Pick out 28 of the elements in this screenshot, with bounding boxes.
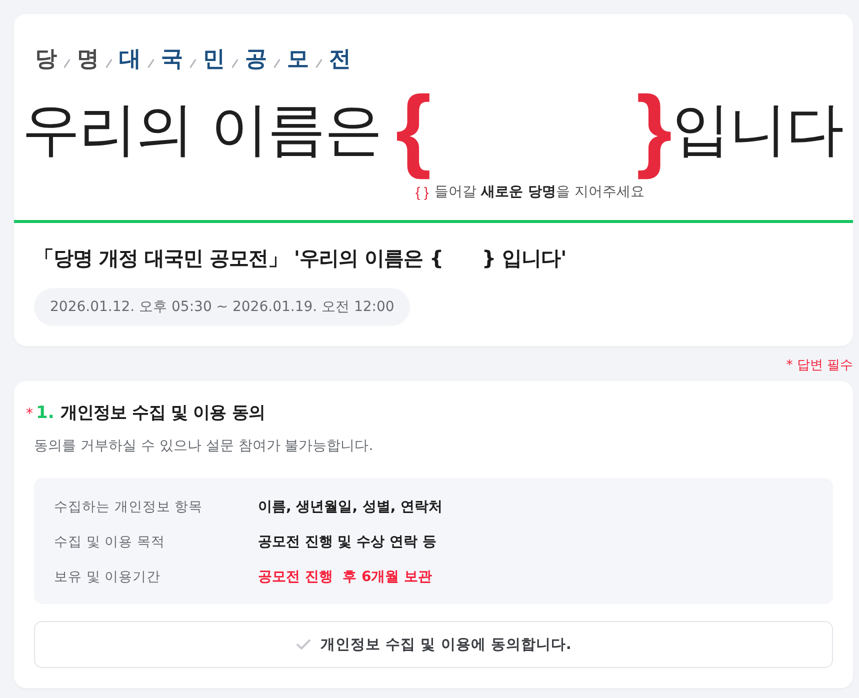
question-title: 개인정보 수집 및 이용 동의: [60, 402, 265, 425]
hint-text: 들어갈 새로운 당명을 지어주세요: [434, 183, 644, 201]
tagline-letter: 공: [245, 46, 267, 74]
detail-value: 이름, 생년월일, 성별, 연락처: [258, 498, 443, 516]
tagline-letter: 민: [203, 46, 225, 74]
tagline-letter: 대: [119, 46, 141, 74]
hint-braces: { }: [415, 184, 429, 200]
question-description: 동의를 거부하실 수 있으나 설문 참여가 불가능합니다.: [34, 437, 374, 456]
detail-value: 공모전 진행 및 수상 연락 등: [258, 532, 436, 550]
tagline-letter: 국: [161, 46, 183, 74]
detail-value: 공모전 진행 후 6개월 보관: [258, 568, 432, 586]
tagline-letter: 전: [329, 46, 351, 74]
survey-period: 2026.01.12. 오후 05:30 ~ 2026.01.19. 오전 12:00: [34, 288, 410, 326]
banner-headline-end: 입니다: [672, 94, 844, 165]
banner-headline: 우리의 이름은: [22, 94, 382, 165]
tagline-letter: 명: [77, 46, 99, 74]
tagline-letter: 모: [287, 46, 309, 74]
close-brace: }: [636, 81, 672, 177]
question-number: 1.: [36, 402, 54, 425]
agree-button[interactable]: 개인정보 수집 및 이용에 동의합니다.: [34, 621, 833, 668]
required-note: * 답변 필수: [786, 357, 853, 375]
survey-title: 「당명 개정 대국민 공모전」 '우리의 이름은 { } 입니다': [34, 245, 568, 272]
required-mark: *: [26, 405, 33, 424]
tagline-letter: 당: [35, 46, 57, 74]
detail-label: 수집 및 이용 목적: [54, 532, 166, 550]
open-brace: {: [395, 81, 432, 177]
detail-label: 보유 및 이용기간: [54, 568, 162, 586]
detail-label: 수집하는 개인정보 항목: [54, 498, 204, 516]
